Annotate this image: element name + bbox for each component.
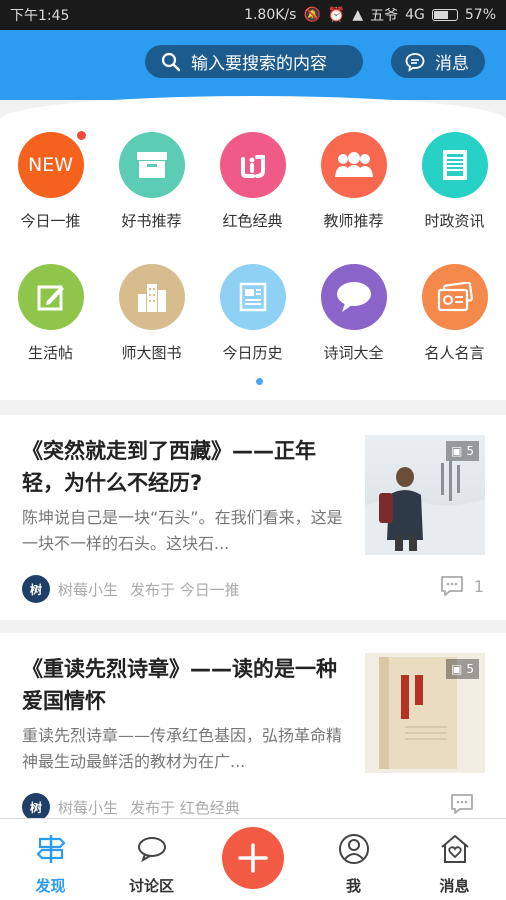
comment-count: 1 bbox=[473, 576, 484, 596]
category-current-affairs[interactable]: 时政资讯 bbox=[404, 132, 505, 231]
article-meta: 树 树莓小生 发布于 今日一推 bbox=[22, 575, 240, 603]
people-group-icon bbox=[320, 132, 387, 198]
image-icon: ▣ bbox=[451, 662, 463, 676]
category-good-books[interactable]: 好书推荐 bbox=[101, 132, 202, 231]
search-placeholder: 输入要搜索的内容 bbox=[191, 54, 327, 74]
user-icon bbox=[303, 829, 404, 869]
battery-percent: 57% bbox=[464, 7, 496, 23]
edit-note-icon bbox=[17, 264, 84, 330]
archive-box-icon bbox=[118, 132, 185, 198]
ticket-card-icon bbox=[421, 264, 488, 330]
notification-dot bbox=[76, 131, 86, 140]
page-indicator-dot bbox=[256, 378, 263, 385]
speech-bubble-icon bbox=[320, 264, 387, 330]
bottom-nav: 发现 讨论区 我 消息 bbox=[0, 818, 506, 900]
nav-discussion[interactable]: 讨论区 bbox=[101, 829, 202, 896]
signpost-icon bbox=[0, 829, 101, 869]
message-button[interactable]: 消息 bbox=[391, 45, 485, 78]
category-teacher-pick[interactable]: 教师推荐 bbox=[303, 132, 404, 231]
photo-count-badge: ▣ 5 bbox=[446, 441, 479, 461]
author-name[interactable]: 树莓小生 bbox=[58, 579, 118, 600]
nav-messages[interactable]: 消息 bbox=[404, 829, 505, 896]
article-title[interactable]: 《重读先烈诗章》——读的是一种爱国情怀 bbox=[22, 653, 347, 717]
category-label: 好书推荐 bbox=[121, 212, 182, 230]
status-bar: 下午1:45 1.80K/s 🔕 ⏰ ▲ 五爷 4G 57% bbox=[0, 0, 506, 30]
add-post-button[interactable] bbox=[222, 827, 284, 889]
nav-label: 我 bbox=[345, 877, 361, 895]
article-title[interactable]: 《突然就走到了西藏》——正年轻，为什么不经历? bbox=[22, 435, 347, 499]
category-label: 红色经典 bbox=[222, 212, 283, 230]
article-thumbnail[interactable]: ▣ 5 bbox=[365, 435, 485, 555]
category-label: 诗词大全 bbox=[323, 344, 384, 362]
comment-icon bbox=[451, 794, 473, 814]
article-thumbnail[interactable]: ▣ 5 bbox=[365, 653, 485, 773]
plus-icon bbox=[238, 843, 268, 873]
category-poetry[interactable]: 诗词大全 bbox=[303, 264, 404, 363]
nav-label: 发现 bbox=[35, 877, 66, 895]
photo-count: 5 bbox=[466, 662, 474, 676]
message-icon bbox=[405, 52, 425, 72]
nav-me[interactable]: 我 bbox=[303, 829, 404, 896]
category-label: 时政资讯 bbox=[424, 212, 485, 230]
avatar[interactable]: 树 bbox=[22, 575, 50, 603]
battery-icon bbox=[431, 9, 458, 21]
category-label: 师大图书 bbox=[121, 344, 182, 362]
signal-icon: ▲ bbox=[352, 7, 364, 23]
comment-button[interactable] bbox=[450, 793, 484, 815]
category-label: 名人名言 bbox=[424, 344, 485, 362]
category-normal-univ-books[interactable]: 师大图书 bbox=[101, 264, 202, 363]
avatar[interactable]: 树 bbox=[22, 793, 50, 821]
alarm-icon: ⏰ bbox=[327, 7, 346, 23]
comment-icon bbox=[440, 576, 463, 596]
calendar-page-icon bbox=[219, 264, 286, 330]
search-icon bbox=[161, 52, 181, 71]
article-meta: 树 树莓小生 发布于 红色经典 bbox=[22, 793, 240, 821]
category-famous-quotes[interactable]: 名人名言 bbox=[404, 264, 505, 363]
comment-button[interactable]: 1 bbox=[440, 575, 484, 597]
message-label: 消息 bbox=[435, 54, 469, 74]
category-today-history[interactable]: 今日历史 bbox=[202, 264, 303, 363]
article-card[interactable]: 《重读先烈诗章》——读的是一种爱国情怀 重读先烈诗章——传承红色基因，弘扬革命精… bbox=[0, 633, 506, 821]
author-name[interactable]: 树莓小生 bbox=[58, 797, 118, 818]
new-icon: NEW bbox=[17, 131, 86, 198]
category-today-pick[interactable]: NEW 今日一推 bbox=[0, 131, 101, 231]
image-icon: ▣ bbox=[451, 444, 463, 458]
photo-count-badge: ▣ 5 bbox=[446, 659, 479, 679]
battery-fill bbox=[433, 11, 448, 19]
buildings-icon bbox=[118, 264, 185, 330]
nav-label: 消息 bbox=[439, 877, 470, 895]
mute-icon: 🔕 bbox=[303, 7, 321, 23]
category-red-classic[interactable]: 红色经典 bbox=[202, 132, 303, 231]
status-time: 下午1:45 bbox=[10, 8, 70, 24]
article-card[interactable]: 《突然就走到了西藏》——正年轻，为什么不经历? 陈坤说自己是一块“石头”。在我们… bbox=[0, 415, 506, 620]
nav-label: 讨论区 bbox=[128, 877, 174, 895]
article-description: 陈坤说自己是一块“石头”。在我们看来，这是一块不一样的石头。这块石... bbox=[22, 508, 343, 553]
category-grid: NEW 今日一推 好书推荐 红色经典 教师推荐 时政资讯 生活帖 师大图书 今日… bbox=[0, 118, 506, 400]
app-header: 输入要搜索的内容 消息 bbox=[0, 30, 506, 100]
network-type: 4G bbox=[405, 7, 425, 23]
category-label: 今日一推 bbox=[20, 212, 81, 230]
red-classic-icon bbox=[219, 132, 286, 198]
photo-count: 5 bbox=[466, 444, 474, 458]
article-description: 重读先烈诗章——传承红色基因，弘扬革命精神最生动最鲜活的教材为在广... bbox=[22, 726, 343, 771]
nav-discover[interactable]: 发现 bbox=[0, 829, 101, 896]
chat-bubble-icon bbox=[101, 829, 202, 869]
published-in: 发布于 红色经典 bbox=[130, 798, 240, 817]
category-label: 今日历史 bbox=[222, 344, 283, 362]
carrier-name: 五爷 bbox=[370, 8, 399, 24]
category-life-posts[interactable]: 生活帖 bbox=[0, 264, 101, 363]
category-label: 教师推荐 bbox=[323, 212, 384, 230]
home-heart-icon bbox=[404, 829, 505, 869]
new-badge-text: NEW bbox=[27, 154, 73, 176]
search-bar[interactable]: 输入要搜索的内容 bbox=[145, 45, 363, 78]
news-paper-icon bbox=[421, 132, 488, 198]
network-speed: 1.80K/s bbox=[244, 7, 297, 23]
category-label: 生活帖 bbox=[27, 344, 73, 362]
published-in: 发布于 今日一推 bbox=[130, 580, 240, 599]
